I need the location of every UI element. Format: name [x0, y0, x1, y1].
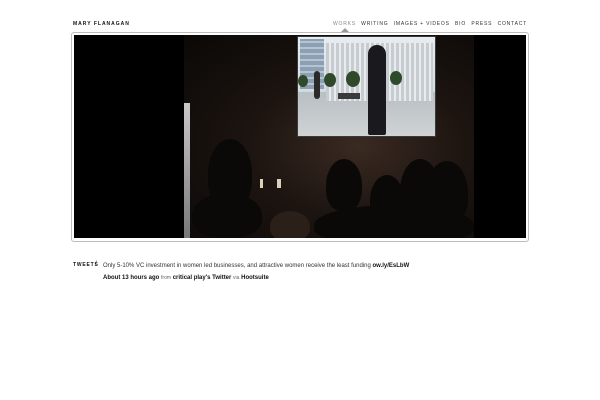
tweet-client-link[interactable]: Hootsuite [241, 275, 269, 281]
tweet-via-word: via [233, 275, 240, 281]
screen-bench [338, 93, 360, 99]
screen-figure [314, 71, 320, 99]
screen-tree [346, 71, 360, 87]
tweet-from-word: from [161, 275, 172, 281]
tweet-body: Only 5-10% VC investment in women led bu… [103, 263, 371, 269]
nav-images-videos[interactable]: Images + Videos [394, 21, 450, 27]
tweet-link[interactable]: ow.ly/EsLbW [372, 263, 409, 269]
tweet-source-link[interactable]: critical play's Twitter [173, 275, 232, 281]
nav-contact[interactable]: Contact [498, 21, 527, 27]
screen-tree [390, 71, 402, 85]
tweet-meta: About 13 hours ago from critical play's … [103, 275, 269, 281]
nav-writing[interactable]: Writing [361, 21, 388, 27]
tweet-text: Only 5-10% VC investment in women led bu… [103, 262, 523, 270]
main-nav: Works Writing Images + Videos Bio Press … [333, 21, 527, 27]
nav-works[interactable]: Works [333, 21, 356, 27]
audience-silhouette [326, 159, 362, 211]
nav-press[interactable]: Press [471, 21, 492, 27]
audience-silhouette [192, 193, 262, 238]
screen-figure-main [368, 45, 386, 135]
room-light [260, 179, 263, 188]
audience-silhouette [270, 211, 310, 238]
projection-screen [297, 36, 436, 137]
room-wall [184, 103, 190, 238]
room-light [277, 179, 281, 188]
media-image[interactable] [74, 35, 526, 238]
tweet-time[interactable]: About 13 hours ago [103, 275, 159, 281]
screen-tree [324, 73, 336, 87]
screen-tree [298, 75, 308, 87]
audience-silhouette [314, 205, 474, 238]
tweets-separator: / [95, 261, 97, 267]
site-logo[interactable]: Mary Flanagan [73, 21, 130, 27]
nav-bio[interactable]: Bio [455, 21, 466, 27]
